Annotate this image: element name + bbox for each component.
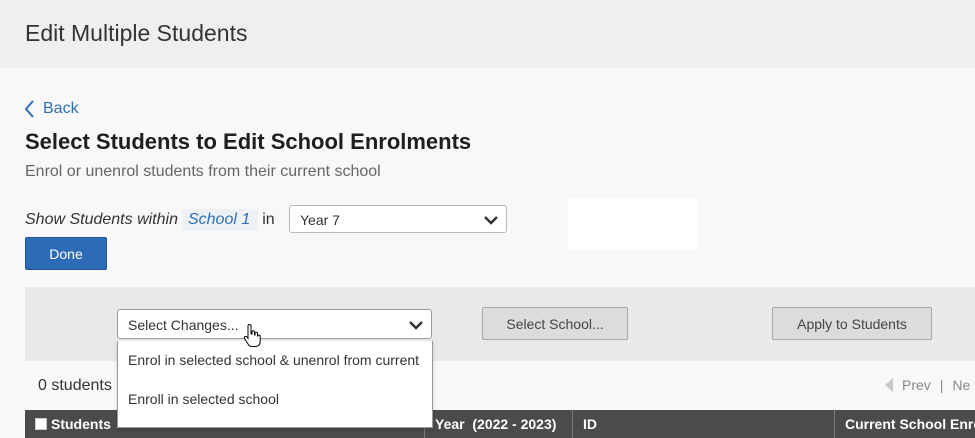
option-enroll-in-school[interactable]: Enroll in selected school: [128, 391, 279, 407]
filter-label: Show Students within: [25, 211, 178, 228]
select-changes-dropdown[interactable]: Select Changes...: [117, 309, 432, 339]
option-enrol-and-unenrol[interactable]: Enrol in selected school & unenrol from …: [128, 352, 419, 368]
next-page-link[interactable]: Ne: [952, 377, 970, 393]
hand-cursor-icon: [243, 324, 261, 347]
chevron-down-icon: [484, 216, 498, 225]
select-changes-menu: Enrol in selected school & unenrol from …: [117, 341, 433, 428]
triangle-left-icon: [885, 378, 893, 392]
column-header-year[interactable]: Year (2022 - 2023): [425, 410, 573, 438]
year-select-value: Year 7: [300, 212, 340, 228]
page-header-title: Edit Multiple Students: [25, 20, 248, 46]
page-subtitle: Enrol or unenrol students from their cur…: [25, 163, 381, 180]
page-title: Select Students to Edit School Enrolment…: [25, 129, 472, 154]
blank-panel: [568, 199, 698, 249]
select-all-checkbox[interactable]: [35, 418, 47, 430]
column-header-id[interactable]: ID: [573, 410, 835, 438]
chevron-left-icon: [25, 100, 34, 118]
chevron-down-icon: [409, 321, 423, 330]
column-header-year-label: Year (2022 - 2023): [435, 416, 557, 432]
select-school-button[interactable]: Select School...: [482, 307, 628, 340]
apply-to-students-button[interactable]: Apply to Students: [772, 307, 932, 340]
pagination: Prev | Ne: [884, 377, 970, 393]
student-count: 0 students: [38, 377, 112, 394]
column-header-current-school[interactable]: Current School Enrol: [835, 410, 975, 438]
column-header-students-label: Students: [51, 416, 111, 432]
student-filter: Show Students within School 1 in: [25, 205, 275, 235]
prev-page-link[interactable]: Prev: [902, 377, 931, 393]
done-button[interactable]: Done: [25, 237, 107, 270]
page-header: Edit Multiple Students: [0, 0, 975, 68]
filter-in-label: in: [262, 211, 275, 228]
column-header-id-label: ID: [583, 416, 597, 432]
column-header-current-school-label: Current School Enrol: [845, 416, 975, 432]
select-changes-value: Select Changes...: [128, 317, 239, 333]
back-label: Back: [43, 100, 79, 117]
school-selector-link[interactable]: School 1: [181, 209, 259, 231]
pager-separator: |: [939, 377, 944, 393]
year-select[interactable]: Year 7: [289, 205, 507, 233]
back-link[interactable]: Back: [25, 100, 79, 118]
